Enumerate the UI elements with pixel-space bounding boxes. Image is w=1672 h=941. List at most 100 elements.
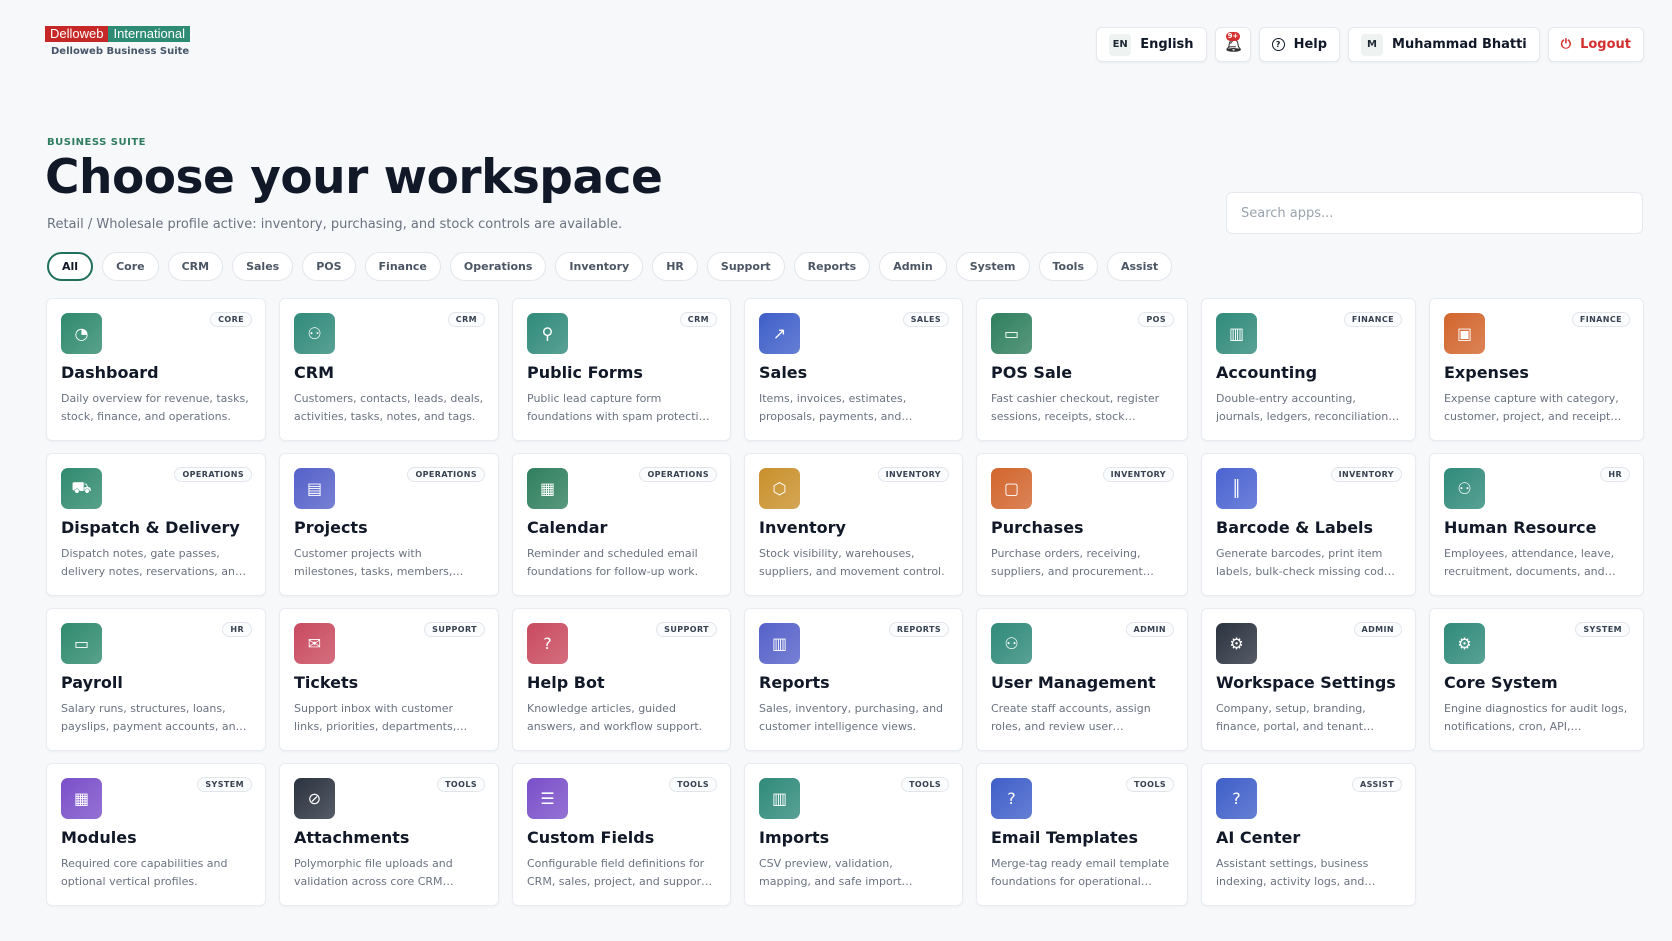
app-card-expenses[interactable]: ▣ FINANCE Expenses Expense capture with cat…: [1429, 298, 1644, 441]
help-icon: ?: [1271, 38, 1285, 51]
app-description: Fast cashier checkout, register sessions…: [991, 392, 1160, 423]
category-badge: INVENTORY: [1102, 467, 1174, 482]
user-group-icon: ⚇: [991, 623, 1032, 664]
gauge-icon: ◔: [61, 313, 102, 354]
filter-chip-core[interactable]: Core: [102, 252, 159, 281]
app-card-help-bot[interactable]: ? SUPPORT Help Bot Knowledge articles, guid…: [512, 608, 731, 751]
logout-button[interactable]: ⏻ Logout: [1547, 27, 1644, 62]
language-code: EN: [1109, 33, 1132, 56]
modules-icon: ▦: [61, 778, 102, 819]
app-card-pos-sale[interactable]: ▭ POS POS Sale Fast cashier checkout, regis…: [976, 298, 1188, 441]
app-name: Sales: [759, 363, 808, 382]
app-card-custom-fields[interactable]: ☰ TOOLS Custom Fields Configurable field de…: [512, 763, 731, 906]
app-card-crm[interactable]: ⚇ CRM CRM Customers, contacts, leads, deals…: [279, 298, 499, 441]
brand-logo[interactable]: Delloweb International: [45, 26, 191, 42]
app-card-tickets[interactable]: ✉ SUPPORT Tickets Support inbox with custom…: [279, 608, 499, 751]
app-description: Configurable field definitions for CRM, …: [527, 857, 706, 888]
category-badge: CRM: [679, 312, 717, 327]
app-card-workspace-settings[interactable]: ⚙ ADMIN Workspace Settings Company, setup, …: [1201, 608, 1416, 751]
brand-subtitle: Delloweb Business Suite: [51, 46, 190, 57]
app-name: Core System: [1444, 673, 1558, 692]
language-button[interactable]: EN English: [1096, 27, 1207, 62]
people-icon: ⚇: [1444, 468, 1485, 509]
app-name: Purchases: [991, 518, 1084, 537]
app-description: Daily overview for revenue, tasks, stock…: [61, 392, 249, 423]
app-name: Imports: [759, 828, 830, 847]
filter-chip-crm[interactable]: CRM: [167, 252, 224, 281]
app-card-email-templates[interactable]: ? TOOLS Email Templates Merge-tag ready ema…: [976, 763, 1188, 906]
app-card-projects[interactable]: ▤ OPERATIONS Projects Customer projects wit…: [279, 453, 499, 596]
app-card-inventory[interactable]: ⬡ INVENTORY Inventory Stock visibility, war…: [744, 453, 963, 596]
app-description: Create staff accounts, assign roles, and…: [991, 702, 1151, 733]
app-card-core-system[interactable]: ⚙ SYSTEM Core System Engine diagnostics for…: [1429, 608, 1644, 751]
category-badge: HR: [222, 622, 252, 637]
filter-chip-inventory[interactable]: Inventory: [555, 252, 644, 281]
filter-chip-reports[interactable]: Reports: [793, 252, 871, 281]
category-badge: FINANCE: [1343, 312, 1402, 327]
app-name: Public Forms: [527, 363, 643, 382]
app-name: Reports: [759, 673, 830, 692]
category-badge: SYSTEM: [1575, 622, 1630, 637]
app-description: Generate barcodes, print item labels, bu…: [1216, 547, 1400, 578]
app-card-dashboard[interactable]: ◔ CORE Dashboard Daily overview for revenue…: [46, 298, 266, 441]
app-card-reports[interactable]: ▥ REPORTS Reports Sales, inventory, purchas…: [744, 608, 963, 751]
bar-chart-icon: ▥: [1216, 313, 1257, 354]
brand[interactable]: Delloweb International Delloweb Business…: [45, 26, 191, 57]
app-card-calendar[interactable]: ▦ OPERATIONS Calendar Reminder and schedule…: [512, 453, 731, 596]
trend-icon: ↗: [759, 313, 800, 354]
notification-count: 9+: [1225, 31, 1241, 41]
help-button[interactable]: ? Help: [1258, 27, 1341, 62]
app-card-sales[interactable]: ↗ SALES Sales Items, invoices, estimates, p…: [744, 298, 963, 441]
category-badge: REPORTS: [888, 622, 949, 637]
app-card-payroll[interactable]: ▭ HR Payroll Salary runs, structures, loans…: [46, 608, 266, 751]
filter-chip-support[interactable]: Support: [706, 252, 785, 281]
filter-chip-assist[interactable]: Assist: [1107, 252, 1173, 281]
filter-chip-operations[interactable]: Operations: [449, 252, 547, 281]
app-card-purchases[interactable]: ▢ INVENTORY Purchases Purchase orders, rece…: [976, 453, 1188, 596]
filter-chip-all[interactable]: All: [47, 252, 94, 281]
filter-chip-finance[interactable]: Finance: [364, 252, 441, 281]
notifications-button[interactable]: 🔔︎ 9+: [1214, 27, 1251, 62]
filter-chips: All Core CRM Sales POS Finance Operations Inven…: [47, 252, 1173, 281]
app-card-barcode-labels[interactable]: ║ INVENTORY Barcode & Labels Generate barco…: [1201, 453, 1416, 596]
category-badge: SUPPORT: [656, 622, 717, 637]
app-description: Polymorphic file uploads and validation …: [294, 857, 453, 888]
app-card-modules[interactable]: ▦ SYSTEM Modules Required core capabilities…: [46, 763, 266, 906]
category-badge: OPERATIONS: [174, 467, 252, 482]
paperclip-icon: ⊘: [294, 778, 335, 819]
filter-chip-system[interactable]: System: [955, 252, 1030, 281]
app-name: Calendar: [527, 518, 608, 537]
filter-chip-pos[interactable]: POS: [302, 252, 356, 281]
bar-chart-icon: ▥: [759, 778, 800, 819]
app-card-public-forms[interactable]: ⚲ CRM Public Forms Public lead capture form…: [512, 298, 731, 441]
app-name: Custom Fields: [527, 828, 655, 847]
category-badge: CORE: [210, 312, 252, 327]
user-menu-button[interactable]: M Muhammad Bhatti: [1348, 27, 1540, 62]
page-title: Choose your workspace: [45, 150, 663, 205]
filter-chip-tools[interactable]: Tools: [1038, 252, 1098, 281]
app-name: Barcode & Labels: [1216, 518, 1374, 537]
app-name: Accounting: [1216, 363, 1318, 382]
app-description: Engine diagnostics for audit logs, notif…: [1444, 702, 1628, 733]
search-input[interactable]: [1226, 192, 1643, 234]
app-card-human-resource[interactable]: ⚇ HR Human Resource Employees, attendance, …: [1429, 453, 1644, 596]
app-name: Human Resource: [1444, 518, 1597, 537]
category-badge: INVENTORY: [877, 467, 949, 482]
app-card-imports[interactable]: ▥ TOOLS Imports CSV preview, validation, ma…: [744, 763, 963, 906]
app-card-ai-center[interactable]: ? ASSIST AI Center Assistant settings, busi…: [1201, 763, 1416, 906]
filter-chip-admin[interactable]: Admin: [879, 252, 947, 281]
app-card-attachments[interactable]: ⊘ TOOLS Attachments Polymorphic file upload…: [279, 763, 499, 906]
app-name: Payroll: [61, 673, 123, 692]
barcode-icon: ║: [1216, 468, 1257, 509]
app-card-dispatch-delivery[interactable]: ⛟ OPERATIONS Dispatch & Delivery Dispatch n…: [46, 453, 266, 596]
filter-chip-hr[interactable]: HR: [652, 252, 698, 281]
app-description: Customer projects with milestones, tasks…: [294, 547, 453, 578]
folder-icon: ▤: [294, 468, 335, 509]
filter-chip-sales[interactable]: Sales: [232, 252, 294, 281]
category-badge: SYSTEM: [197, 777, 252, 792]
app-card-user-management[interactable]: ⚇ ADMIN User Management Create staff accoun…: [976, 608, 1188, 751]
app-card-accounting[interactable]: ▥ FINANCE Accounting Double-entry accountin…: [1201, 298, 1416, 441]
category-badge: POS: [1138, 312, 1174, 327]
page-subtitle: Retail / Wholesale profile active: inven…: [47, 217, 623, 232]
app-name: Dispatch & Delivery: [61, 518, 240, 537]
